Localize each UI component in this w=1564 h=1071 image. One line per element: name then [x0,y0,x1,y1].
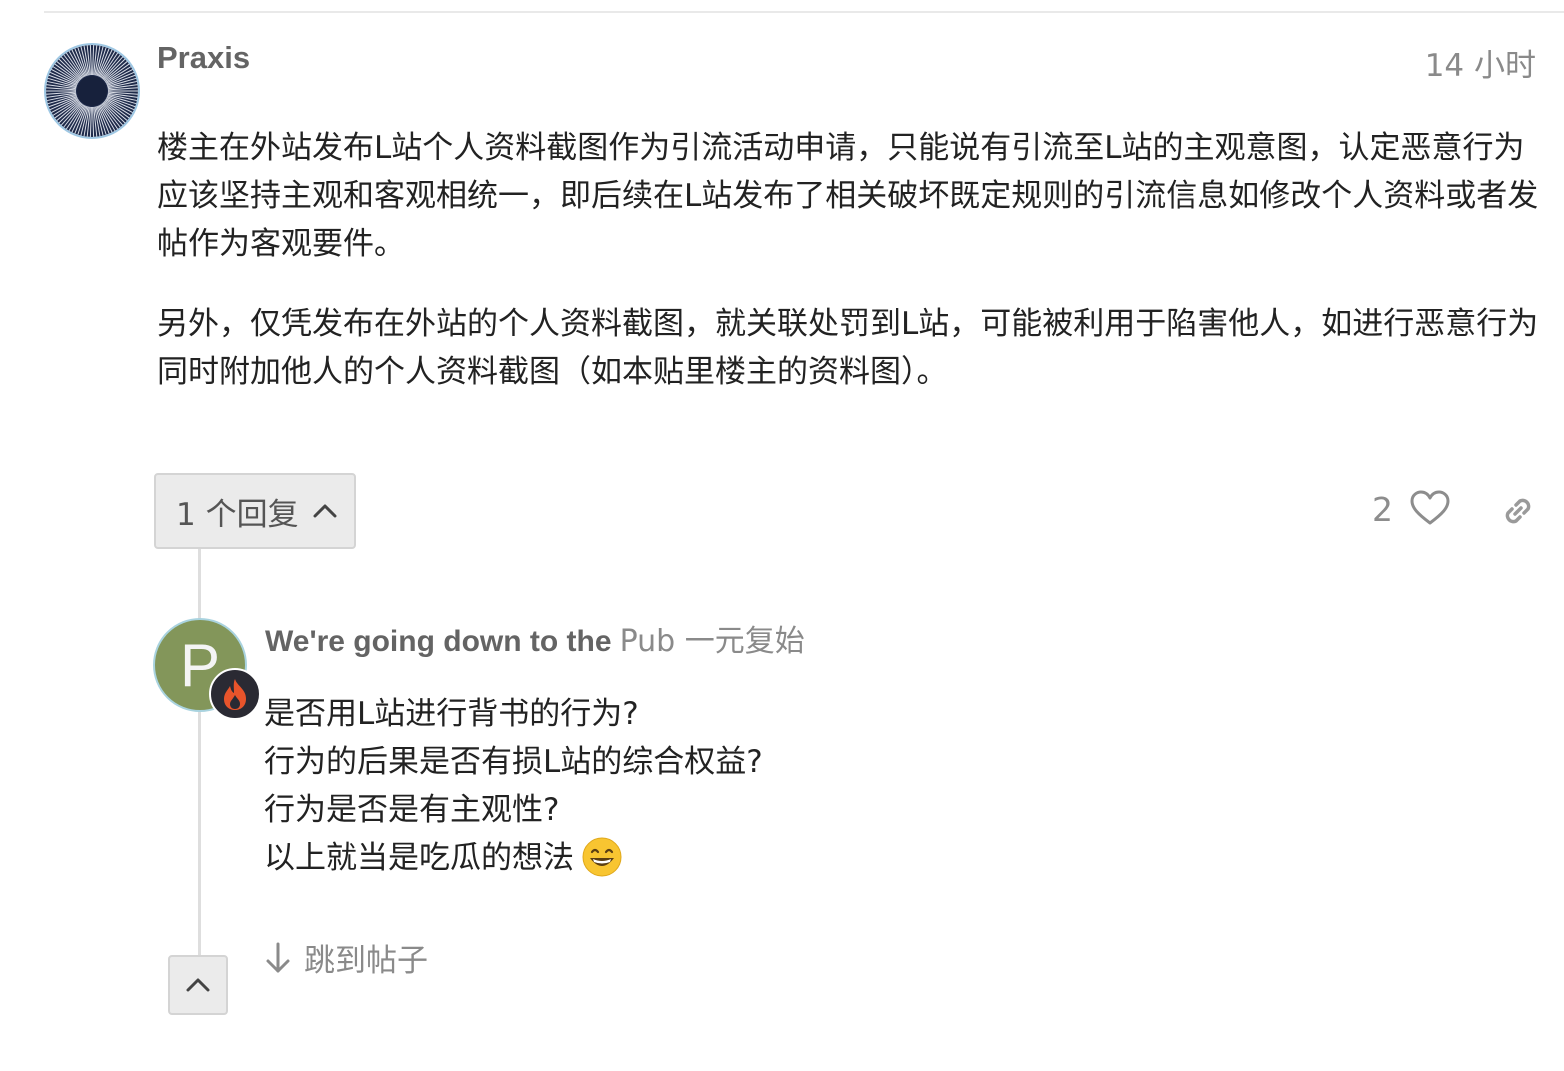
reply-author[interactable]: We're going down to the Pub 一元复始 [265,616,805,660]
reply-last-line: 以上就当是吃瓜的想法 [264,834,763,882]
arrow-down-icon [266,942,290,972]
like-count[interactable]: 2 [1372,490,1393,529]
thread-line [198,549,201,957]
sunburst-avatar-image [46,45,138,137]
chevron-up-icon [313,504,337,518]
post-body: 楼主在外站发布L站个人资料截图作为引流活动申请，只能说有引流至L站的主观意图，认… [157,124,1547,428]
post-author-name[interactable]: Praxis [157,40,250,76]
avatar[interactable] [44,43,140,139]
replies-count-label: 1 个回复 [176,496,299,533]
jump-to-post-link[interactable]: 跳到帖子 [264,935,428,980]
reply-author-username[interactable]: Pub 一元复始 [620,624,805,659]
jump-to-post-label: 跳到帖子 [304,943,428,979]
top-divider [44,11,1564,13]
post-paragraph: 另外，仅凭发布在外站的个人资料截图，就关联处罚到L站，可能被利用于陷害他人，如进… [157,306,1539,390]
reply-line: 行为是否是有主观性? [264,792,560,828]
reply-line: 是否用L站进行背书的行为? [264,696,639,732]
heart-icon[interactable] [1410,490,1450,526]
link-icon[interactable] [1498,491,1538,531]
reply-line: 以上就当是吃瓜的想法 [264,840,574,876]
reply-author-name[interactable]: We're going down to the [265,625,612,658]
post-paragraph: 楼主在外站发布L站个人资料截图作为引流活动申请，只能说有引流至L站的主观意图，认… [157,130,1539,262]
show-replies-button[interactable]: 1 个回复 [154,473,356,549]
chevron-up-icon [186,978,210,992]
reply-line: 行为的后果是否有损L站的综合权益? [264,744,763,780]
user-flair-badge [209,668,261,720]
grinning-face-emoji [582,837,622,876]
collapse-replies-button[interactable] [168,955,228,1015]
reply-body: 是否用L站进行背书的行为? 行为的后果是否有损L站的综合权益? 行为是否是有主观… [264,690,763,882]
flame-icon [224,679,246,710]
post-timestamp[interactable]: 14 小时 [1425,40,1536,85]
